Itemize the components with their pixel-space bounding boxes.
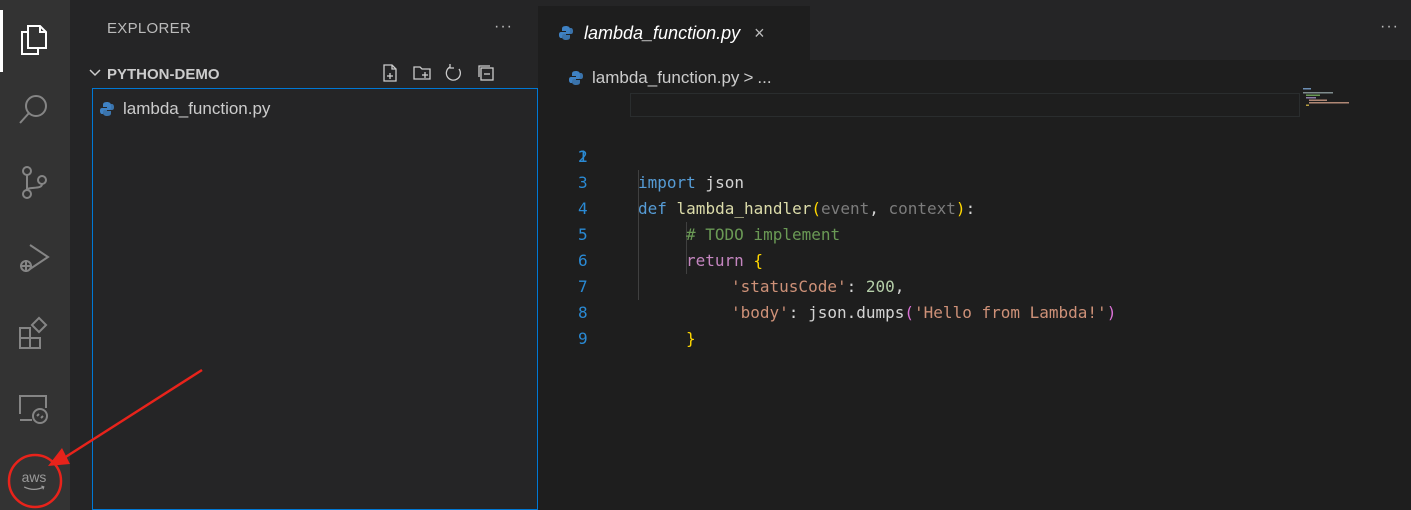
active-indicator (0, 10, 3, 72)
file-tree-item[interactable]: lambda_function.py (99, 97, 270, 121)
tab-bar: lambda_function.py × ··· (538, 0, 1411, 60)
python-file-icon (569, 71, 583, 85)
extensions-icon[interactable] (14, 314, 54, 354)
code-line: 5 return { (538, 196, 1411, 270)
line-number: 9 (578, 329, 588, 348)
folder-header[interactable]: PYTHON-DEMO (70, 60, 538, 88)
code-editor[interactable]: 1 import json 2 3 def lambda_handler(eve… (538, 92, 1411, 510)
python-file-icon (100, 102, 114, 116)
source-control-icon[interactable] (14, 162, 54, 202)
python-file-icon (559, 26, 573, 40)
breadcrumb-symbols[interactable]: ... (757, 68, 771, 88)
tab-label: lambda_function.py (584, 22, 741, 43)
aws-icon[interactable]: aws (12, 460, 56, 504)
refresh-icon[interactable] (444, 63, 464, 83)
breadcrumb-separator: > (743, 68, 754, 87)
explorer-icon[interactable] (14, 20, 54, 60)
file-tree: lambda_function.py (92, 88, 538, 510)
code-line: 7 'body': json.dumps('Hello from Lambda!… (538, 248, 1411, 322)
current-line-highlight (630, 93, 1300, 117)
code-line: 3 def lambda_handler(event, context): (538, 144, 1411, 218)
new-file-icon[interactable] (380, 63, 400, 83)
breadcrumb-file[interactable]: lambda_function.py (592, 68, 739, 88)
chevron-down-icon (89, 69, 101, 77)
code-line: 4 # TODO implement (538, 170, 1411, 244)
search-icon[interactable] (14, 90, 54, 130)
tab-lambda-function[interactable]: lambda_function.py × (538, 6, 810, 60)
folder-name: PYTHON-DEMO (107, 66, 220, 83)
sidebar-title: EXPLORER (107, 20, 192, 37)
close-icon[interactable]: × (754, 23, 765, 44)
code-line: 2 (538, 118, 1411, 166)
editor-more-button[interactable]: ··· (1380, 18, 1399, 36)
sidebar-more-button[interactable]: ··· (494, 18, 513, 36)
code-line: 9 (538, 300, 1411, 348)
editor-area: lambda_function.py × ··· lambda_function… (538, 0, 1411, 510)
remote-explorer-icon[interactable] (14, 388, 54, 428)
breadcrumb: lambda_function.py > ... (568, 66, 772, 90)
aws-label: aws (22, 469, 47, 485)
file-name: lambda_function.py (123, 99, 271, 118)
run-debug-icon[interactable] (14, 238, 54, 278)
activity-bar: aws (0, 0, 70, 510)
collapse-all-icon[interactable] (476, 63, 496, 83)
code-line: 8 } (538, 274, 1411, 348)
code-line: 6 'statusCode': 200, (538, 222, 1411, 296)
code-line: 1 import json (538, 92, 1411, 192)
new-folder-icon[interactable] (412, 63, 432, 83)
explorer-sidebar: EXPLORER ··· PYTHON-DEMO lambda_function… (70, 0, 538, 510)
